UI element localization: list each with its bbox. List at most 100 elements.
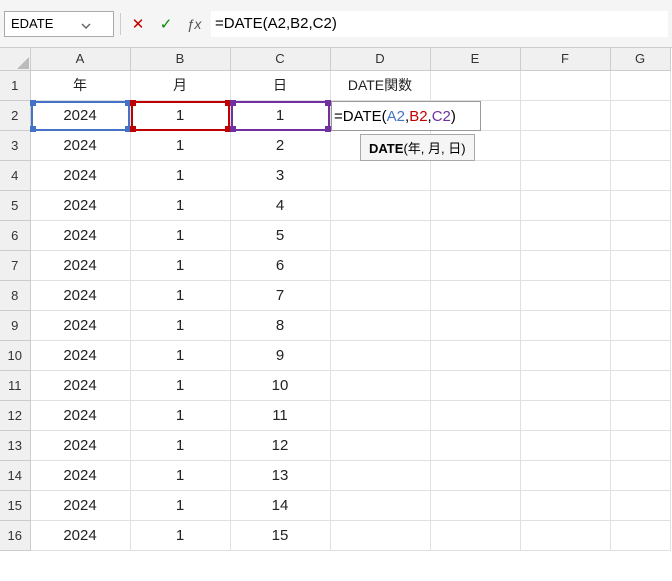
cell[interactable]: 4 <box>230 190 330 220</box>
cell[interactable] <box>610 130 670 160</box>
row-header[interactable]: 7 <box>0 250 30 280</box>
cell[interactable] <box>330 370 430 400</box>
cell[interactable] <box>520 220 610 250</box>
cell[interactable]: 1 <box>130 520 230 550</box>
cell[interactable] <box>430 430 520 460</box>
row-header[interactable]: 11 <box>0 370 30 400</box>
cell[interactable] <box>520 190 610 220</box>
cell[interactable] <box>330 520 430 550</box>
cell[interactable]: 1 <box>230 100 330 130</box>
cell[interactable]: 1 <box>130 400 230 430</box>
cell[interactable] <box>430 220 520 250</box>
cell[interactable] <box>430 490 520 520</box>
cell[interactable]: 12 <box>230 430 330 460</box>
cell[interactable]: 6 <box>230 250 330 280</box>
cell[interactable] <box>520 100 610 130</box>
cell[interactable] <box>430 370 520 400</box>
col-header[interactable]: F <box>520 48 610 70</box>
cell[interactable]: 日 <box>230 70 330 100</box>
formula-bar-input[interactable] <box>211 11 668 37</box>
cell[interactable] <box>610 370 670 400</box>
cell[interactable]: 9 <box>230 340 330 370</box>
row-header[interactable]: 8 <box>0 280 30 310</box>
cell[interactable] <box>330 160 430 190</box>
cell[interactable] <box>520 340 610 370</box>
row-header[interactable]: 13 <box>0 430 30 460</box>
cell[interactable]: 2024 <box>30 100 130 130</box>
cell[interactable]: 2024 <box>30 130 130 160</box>
cell[interactable]: 2024 <box>30 250 130 280</box>
cell[interactable] <box>520 370 610 400</box>
cell[interactable] <box>610 400 670 430</box>
cell[interactable] <box>610 520 670 550</box>
cell[interactable] <box>520 400 610 430</box>
row-header[interactable]: 3 <box>0 130 30 160</box>
cell[interactable] <box>430 280 520 310</box>
cell[interactable]: 2024 <box>30 340 130 370</box>
cancel-icon[interactable]: ✕ <box>127 13 149 35</box>
cell[interactable] <box>610 460 670 490</box>
cell[interactable] <box>610 280 670 310</box>
cell-edit-overlay[interactable]: =DATE(A2,B2,C2) <box>331 101 481 131</box>
cell[interactable]: 1 <box>130 160 230 190</box>
row-header[interactable]: 5 <box>0 190 30 220</box>
cell[interactable]: 1 <box>130 190 230 220</box>
cell[interactable] <box>610 340 670 370</box>
cell[interactable]: 2024 <box>30 370 130 400</box>
cell[interactable]: 1 <box>130 460 230 490</box>
select-all-corner[interactable] <box>0 48 30 70</box>
cell[interactable]: 2024 <box>30 160 130 190</box>
cell[interactable] <box>430 190 520 220</box>
cell[interactable] <box>520 520 610 550</box>
cell[interactable] <box>430 460 520 490</box>
col-header[interactable]: B <box>130 48 230 70</box>
confirm-icon[interactable]: ✓ <box>155 13 177 35</box>
cell[interactable] <box>330 400 430 430</box>
col-header[interactable]: E <box>430 48 520 70</box>
cell[interactable] <box>520 70 610 100</box>
cell[interactable]: 2024 <box>30 520 130 550</box>
cell[interactable] <box>520 490 610 520</box>
cell[interactable]: 2024 <box>30 220 130 250</box>
cell[interactable]: 1 <box>130 280 230 310</box>
cell[interactable] <box>520 460 610 490</box>
cell[interactable] <box>330 190 430 220</box>
cell[interactable]: 2024 <box>30 310 130 340</box>
cell[interactable] <box>520 280 610 310</box>
name-box[interactable] <box>4 11 114 37</box>
cell[interactable] <box>610 250 670 280</box>
cell[interactable]: 10 <box>230 370 330 400</box>
cell[interactable] <box>610 190 670 220</box>
cell[interactable] <box>610 220 670 250</box>
cell[interactable]: 2024 <box>30 460 130 490</box>
cell[interactable]: 14 <box>230 490 330 520</box>
cell[interactable]: 15 <box>230 520 330 550</box>
row-header[interactable]: 2 <box>0 100 30 130</box>
cell[interactable]: 2024 <box>30 280 130 310</box>
cell[interactable] <box>520 310 610 340</box>
row-header[interactable]: 1 <box>0 70 30 100</box>
cell[interactable] <box>610 430 670 460</box>
cell[interactable] <box>520 130 610 160</box>
cell[interactable] <box>330 280 430 310</box>
fx-icon[interactable]: ƒx <box>183 13 205 35</box>
cell[interactable]: 2024 <box>30 490 130 520</box>
cell[interactable] <box>610 160 670 190</box>
cell[interactable]: 2024 <box>30 190 130 220</box>
cell[interactable]: 1 <box>130 220 230 250</box>
cell[interactable]: DATE関数 <box>330 70 430 100</box>
cell[interactable] <box>330 430 430 460</box>
cell[interactable] <box>430 520 520 550</box>
cell[interactable]: 1 <box>130 310 230 340</box>
cell[interactable]: 1 <box>130 430 230 460</box>
cell[interactable] <box>610 490 670 520</box>
cell[interactable]: 2024 <box>30 400 130 430</box>
cell[interactable] <box>430 340 520 370</box>
row-header[interactable]: 10 <box>0 340 30 370</box>
cell[interactable] <box>430 250 520 280</box>
row-header[interactable]: 12 <box>0 400 30 430</box>
row-header[interactable]: 14 <box>0 460 30 490</box>
cell[interactable]: 1 <box>130 340 230 370</box>
cell[interactable] <box>430 70 520 100</box>
col-header[interactable]: C <box>230 48 330 70</box>
